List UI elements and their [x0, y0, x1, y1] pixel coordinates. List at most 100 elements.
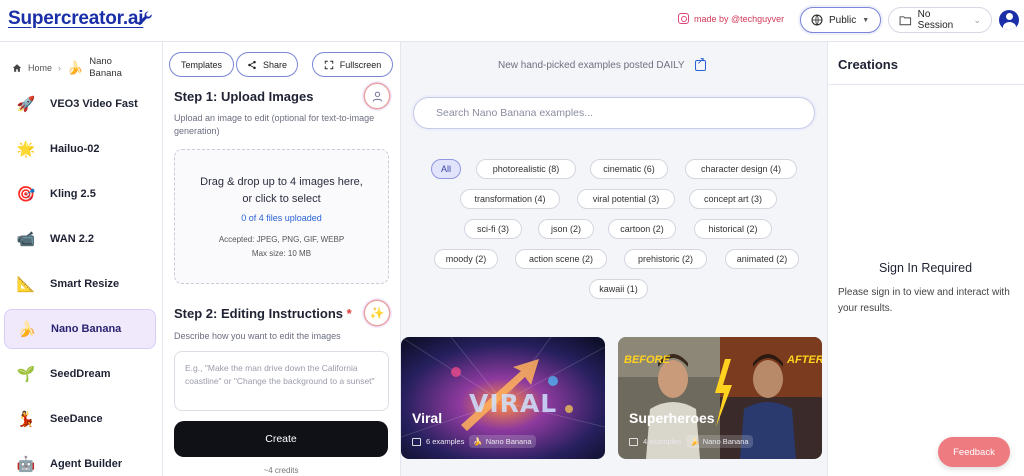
card-count: 4 examples: [643, 437, 682, 446]
templates-label: Templates: [180, 59, 223, 70]
filter-chip[interactable]: json (2): [538, 219, 594, 239]
required-marker: *: [346, 306, 352, 321]
accepted-types: Accepted: JPEG, PNG, GIF, WEBP: [218, 235, 345, 244]
external-link-icon[interactable]: [694, 56, 706, 71]
sidebar-item-label: Hailuo-02: [50, 143, 100, 155]
robot-icon: 🤖: [16, 456, 36, 473]
examples-search-input[interactable]: Search Nano Banana examples...: [413, 97, 815, 129]
sidebar-item-seeddream[interactable]: 🌱 SeedDream: [4, 354, 156, 394]
filter-chip[interactable]: photorealistic (8): [476, 159, 576, 179]
filter-chip[interactable]: moody (2): [434, 249, 498, 269]
globe-icon: [811, 14, 823, 26]
dropzone-line2: or click to select: [242, 193, 321, 205]
sidebar-item-label: Smart Resize: [50, 278, 120, 290]
model-tag: 🍌 Nano Banana: [469, 435, 536, 448]
banana-icon: 🍌: [690, 437, 700, 446]
share-button[interactable]: Share: [236, 52, 298, 77]
rocket-icon: 🚀: [16, 96, 36, 113]
gallery-icon: [412, 437, 421, 446]
session-label: No Session: [917, 9, 954, 31]
sidebar-item-agent-builder[interactable]: 🤖 Agent Builder: [4, 444, 156, 476]
chevron-right-icon: ›: [58, 63, 62, 73]
templates-button[interactable]: Templates: [169, 52, 234, 77]
sidebar-item-kling-2-5[interactable]: 🎯 Kling 2.5: [4, 174, 156, 214]
filter-chip[interactable]: character design (4): [685, 159, 797, 179]
sidebar-item-seedance[interactable]: 💃 SeeDance: [4, 399, 156, 439]
share-label: Share: [262, 59, 288, 70]
step2-title-text: Step 2: Editing Instructions: [174, 306, 344, 321]
home-icon[interactable]: [12, 63, 22, 73]
user-avatar[interactable]: [999, 10, 1019, 30]
filter-chip[interactable]: action scene (2): [515, 249, 607, 269]
filter-chip[interactable]: transformation (4): [460, 189, 560, 209]
filter-chip[interactable]: viral potential (3): [577, 189, 675, 209]
model-tag-label: Nano Banana: [702, 437, 749, 446]
wrench-icon[interactable]: [136, 10, 154, 28]
example-card-viral[interactable]: VIRAL Viral 6 examples 🍌 Nano Banana: [401, 337, 605, 459]
sidebar-item-label: WAN 2.2: [50, 233, 95, 245]
chevron-down-icon: ⌄: [973, 14, 981, 25]
max-size: Max size: 10 MB: [251, 249, 312, 258]
top-header: Supercreator.ai made by @techguyver Publ…: [0, 0, 1024, 42]
filter-chip[interactable]: concept art (3): [689, 189, 777, 209]
dropzone-line1: Drag & drop up to 4 images here,: [200, 176, 363, 188]
breadcrumb-home[interactable]: Home: [28, 63, 52, 73]
filter-chip[interactable]: cartoon (2): [608, 219, 676, 239]
create-button[interactable]: Create: [174, 421, 388, 457]
credits-cost: ~4 credits: [263, 466, 299, 475]
filter-chip[interactable]: animated (2): [725, 249, 799, 269]
divider: [827, 84, 1024, 85]
before-label: BEFORE: [624, 354, 670, 366]
card-count: 6 examples: [426, 437, 465, 446]
accepted-formats: Accepted: JPEG, PNG, GIF, WEBP Max size:…: [175, 233, 388, 261]
card-meta: 4 examples 🍌 Nano Banana: [629, 435, 753, 448]
image-dropzone[interactable]: Drag & drop up to 4 images here, or clic…: [174, 149, 389, 284]
app-logo[interactable]: Supercreator.ai: [8, 8, 144, 30]
viral-overlay-text: VIRAL: [469, 389, 558, 418]
session-select[interactable]: No Session ⌄: [888, 7, 992, 33]
feedback-button[interactable]: Feedback: [938, 437, 1010, 467]
filter-chip[interactable]: All: [431, 159, 461, 179]
camera-icon: 📹: [16, 231, 36, 248]
dropzone-instructions: Drag & drop up to 4 images here, or clic…: [175, 174, 388, 208]
visibility-select[interactable]: Public ▼: [800, 7, 881, 33]
creations-panel: [827, 42, 1024, 476]
instagram-icon: [678, 13, 689, 24]
sparkle-icon: ✨: [365, 301, 389, 325]
card-meta: 6 examples 🍌 Nano Banana: [412, 435, 536, 448]
daily-note[interactable]: New hand-picked examples posted DAILY: [498, 56, 706, 71]
filter-chip[interactable]: cinematic (6): [590, 159, 668, 179]
filter-chip[interactable]: sci-fi (3): [464, 219, 522, 239]
sparkle-icon: 🌟: [16, 141, 36, 158]
instructions-textarea[interactable]: E.g., "Make the man drive down the Calif…: [174, 351, 389, 411]
expand-icon: [324, 60, 333, 69]
after-label: AFTER: [787, 354, 822, 366]
breadcrumb-current: Nano Banana: [89, 56, 122, 79]
sidebar-item-nano-banana[interactable]: 🍌 Nano Banana: [4, 309, 156, 349]
step1-title: Step 1: Upload Images: [174, 89, 314, 104]
banana-icon: 🍌: [67, 60, 84, 75]
upload-count: 0 of 4 files uploaded: [241, 213, 322, 223]
folder-icon: [899, 15, 912, 25]
made-by-credit[interactable]: made by @techguyver: [678, 13, 784, 24]
signin-text: Please sign in to view and interact with…: [838, 287, 1010, 314]
caret-down-icon: ▼: [862, 16, 870, 24]
target-icon: 🎯: [16, 186, 36, 203]
filter-chip[interactable]: prehistoric (2): [624, 249, 707, 269]
example-card-superheroes[interactable]: BEFORE AFTER Superheroes 4 examples 🍌 Na…: [618, 337, 822, 459]
sidebar-item-label: SeeDance: [50, 413, 103, 425]
ruler-icon: 📐: [16, 276, 36, 293]
sidebar-item-hailuo-02[interactable]: 🌟 Hailuo-02: [4, 129, 156, 169]
filter-chip[interactable]: kawaii (1): [589, 279, 648, 299]
fullscreen-button[interactable]: Fullscreen: [312, 52, 393, 77]
model-tag-label: Nano Banana: [485, 437, 532, 446]
gallery-icon: [629, 437, 638, 446]
fullscreen-label: Fullscreen: [339, 59, 382, 70]
sidebar-item-wan-2-2[interactable]: 📹 WAN 2.2: [4, 219, 156, 259]
daily-note-text: New hand-picked examples posted DAILY: [498, 60, 685, 71]
filter-chip[interactable]: historical (2): [694, 219, 772, 239]
step1-description: Upload an image to edit (optional for te…: [174, 113, 375, 136]
sidebar-item-veo3-video-fast[interactable]: 🚀 VEO3 Video Fast: [4, 84, 156, 124]
seedling-icon: 🌱: [16, 366, 36, 383]
sidebar-item-smart-resize[interactable]: 📐 Smart Resize: [4, 264, 156, 304]
